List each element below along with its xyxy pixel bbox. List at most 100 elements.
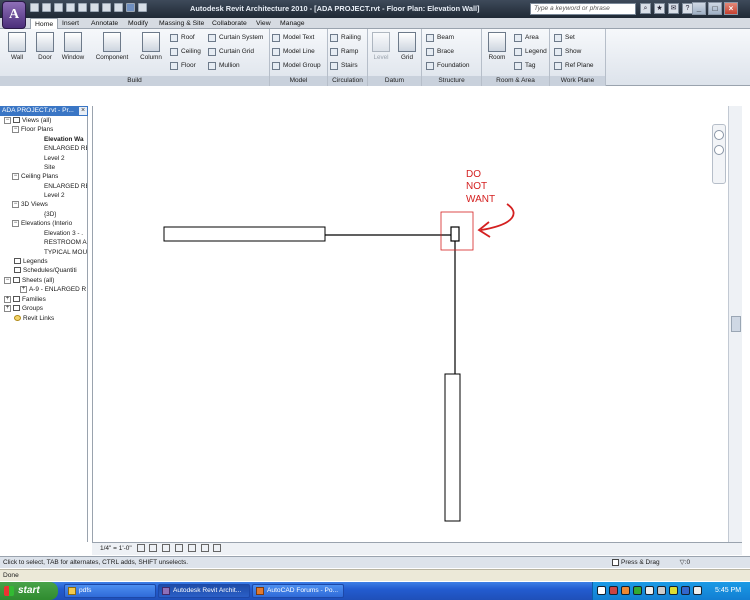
tree-item-elevation-3[interactable]: Elevation 3 - . (44, 229, 83, 238)
area-button[interactable]: Area (514, 32, 539, 43)
tree-item-ceiling-level-2[interactable]: Level 2 (44, 191, 65, 200)
grid-button[interactable]: Grid (394, 32, 420, 61)
subscription-icon[interactable]: ★ (654, 3, 665, 14)
curtain-grid-button[interactable]: Curtain Grid (208, 46, 254, 57)
vertical-scrollbar[interactable] (728, 106, 742, 542)
minimize-button[interactable]: _ (692, 2, 706, 15)
connection-tray-icon[interactable] (681, 586, 690, 595)
project-browser-close-button[interactable]: × (79, 107, 87, 115)
tab-annotate[interactable]: Annotate (91, 18, 118, 29)
model-text-button[interactable]: Model Text (272, 32, 314, 43)
model-line-button[interactable]: Model Line (272, 46, 315, 57)
stairs-button[interactable]: Stairs (330, 60, 358, 71)
update-tray-icon[interactable] (621, 586, 630, 595)
tree-item-elevations-interior[interactable]: − Elevations (Interio (12, 219, 72, 228)
filter-indicator[interactable]: ▽:0 (680, 557, 690, 568)
curtain-system-button[interactable]: Curtain System (208, 32, 263, 43)
ramp-button[interactable]: Ramp (330, 46, 358, 57)
tag-button[interactable]: Tag (514, 60, 535, 71)
detail-level-icon[interactable] (136, 544, 145, 553)
wall-button[interactable]: Wall (2, 32, 32, 61)
tree-item-groups[interactable]: + Groups (4, 304, 43, 313)
press-drag-checkbox[interactable] (612, 558, 619, 566)
ref-plane-button[interactable]: Ref Plane (554, 60, 594, 71)
taskbar-item-revit[interactable]: Autodesk Revit Archit... (158, 584, 250, 598)
crop-view-icon[interactable] (174, 544, 183, 553)
measure-icon[interactable] (78, 3, 87, 12)
show-button[interactable]: Show (554, 46, 581, 57)
taskbar-item-autocad-forums[interactable]: AutoCAD Forums - Po... (252, 584, 344, 598)
tab-manage[interactable]: Manage (280, 18, 305, 29)
ceiling-button[interactable]: Ceiling (170, 46, 201, 57)
tree-item-families[interactable]: + Families (4, 295, 46, 304)
tree-item-restroom-ac[interactable]: RESTROOM AC (44, 238, 87, 247)
mullion-button[interactable]: Mullion (208, 60, 240, 71)
expand-icon[interactable]: + (4, 295, 11, 303)
floor-plan-drawing[interactable]: DO NOT WANT (93, 106, 729, 542)
set-button[interactable]: Set (554, 32, 575, 43)
beam-button[interactable]: Beam (426, 32, 454, 43)
tree-item-ceiling-enlarged-re[interactable]: ENLARGED RE (44, 182, 87, 191)
tab-insert[interactable]: Insert (62, 18, 79, 29)
redo-icon[interactable] (66, 3, 75, 12)
tab-view[interactable]: View (256, 18, 271, 29)
tree-item-ceiling-plans[interactable]: − Ceiling Plans (12, 172, 58, 181)
steering-wheel-icon[interactable] (714, 130, 724, 140)
room-button[interactable]: Room (484, 32, 510, 61)
brace-button[interactable]: Brace (426, 46, 454, 57)
railing-button[interactable]: Railing (330, 32, 361, 43)
open-icon[interactable] (30, 3, 39, 12)
collapse-icon[interactable]: − (12, 219, 19, 227)
tree-item-elevation-wall[interactable]: Elevation Wa (44, 135, 84, 144)
maximize-button[interactable]: □ (708, 2, 722, 15)
navigation-bar[interactable] (712, 124, 726, 184)
collapse-icon[interactable]: − (12, 125, 19, 133)
unwanted-wall-segment[interactable] (450, 226, 460, 242)
drawing-canvas[interactable]: DO NOT WANT (92, 106, 742, 542)
reveal-hidden-icon[interactable] (213, 544, 222, 553)
tab-collaborate[interactable]: Collaborate (212, 18, 247, 29)
model-graphics-style-icon[interactable] (149, 544, 158, 553)
shadows-icon[interactable] (162, 544, 171, 553)
foundation-button[interactable]: Foundation (426, 60, 470, 71)
undo-icon[interactable] (54, 3, 63, 12)
qat-dropdown-icon[interactable] (138, 3, 147, 12)
zoom-icon[interactable] (714, 145, 724, 155)
network-tray-icon[interactable] (633, 586, 642, 595)
scrollbar-thumb[interactable] (731, 316, 741, 332)
roof-button[interactable]: Roof (170, 32, 195, 43)
vertical-wall[interactable] (444, 373, 461, 522)
tree-item-level-2[interactable]: Level 2 (44, 154, 65, 163)
expand-icon[interactable]: + (4, 304, 11, 312)
view-scale[interactable]: 1/4" = 1'-0" (100, 545, 132, 552)
application-menu-button[interactable]: A (2, 1, 26, 29)
floor-button[interactable]: Floor (170, 60, 196, 71)
column-button[interactable]: Column (136, 32, 166, 61)
text-icon[interactable] (90, 3, 99, 12)
expand-icon[interactable]: + (20, 285, 27, 293)
window-button[interactable]: Window (58, 32, 88, 61)
level-button[interactable]: Level (368, 32, 394, 61)
display-tray-icon[interactable] (657, 586, 666, 595)
3d-view-icon[interactable] (102, 3, 111, 12)
tree-item-views-all[interactable]: − Views (all) (4, 116, 51, 125)
tree-item-sheets-all[interactable]: − Sheets (all) (4, 276, 54, 285)
tree-item-site[interactable]: Site (44, 163, 55, 172)
search-icon[interactable]: ⌕ (640, 3, 651, 14)
legend-button[interactable]: Legend (514, 46, 547, 57)
collapse-icon[interactable]: − (12, 200, 19, 208)
tree-item-schedules[interactable]: Schedules/Quantiti (14, 266, 77, 275)
model-group-button[interactable]: Model Group (272, 60, 321, 71)
component-button[interactable]: Component (94, 32, 130, 61)
show-crop-icon[interactable] (187, 544, 196, 553)
start-button[interactable]: start (0, 582, 58, 600)
modify-icon[interactable] (126, 3, 135, 12)
tab-massing-site[interactable]: Massing & Site (159, 18, 204, 29)
collapse-icon[interactable]: − (4, 116, 11, 124)
door-button[interactable]: Door (30, 32, 60, 61)
collapse-icon[interactable]: − (4, 276, 11, 284)
save-icon[interactable] (42, 3, 51, 12)
communication-icon[interactable]: ✉ (668, 3, 679, 14)
collapse-icon[interactable]: − (12, 172, 19, 180)
search-input[interactable]: Type a keyword or phrase (530, 3, 636, 15)
